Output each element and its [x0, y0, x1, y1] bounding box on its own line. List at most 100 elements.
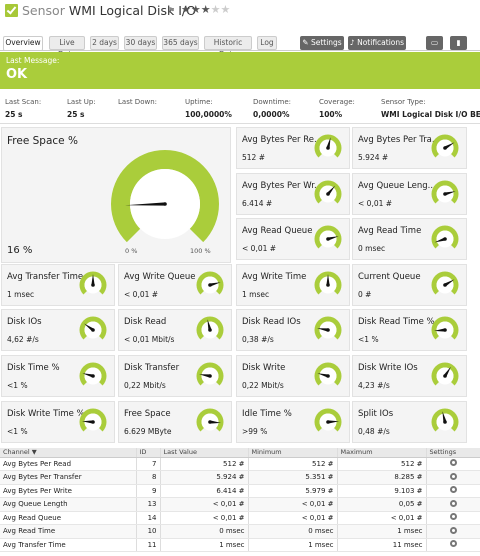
cell-channel: Avg Queue Length: [0, 497, 137, 512]
clipboard-icon: ▮: [456, 38, 461, 47]
gear-icon[interactable]: [449, 499, 457, 507]
gauge-hub: [326, 237, 330, 241]
gear-icon[interactable]: [449, 459, 457, 467]
cell-settings: [426, 484, 480, 498]
tile-value: <1 %: [358, 335, 379, 345]
col-last-value[interactable]: Last Value: [160, 448, 249, 458]
gauge-tile[interactable]: Avg Queue Leng... < 0,01 #: [352, 172, 467, 215]
gauge-tile[interactable]: Idle Time % >99 %: [236, 400, 350, 443]
settings-label: Settings: [310, 38, 342, 47]
stat-value: 25 s: [67, 110, 85, 119]
gear-icon[interactable]: [449, 486, 457, 494]
table-row[interactable]: Avg Bytes Per Write 9 6.414 #5.979 #9.103 …: [0, 484, 480, 498]
tile-name: Disk Time %: [7, 363, 60, 373]
tab-365-days[interactable]: 365 days: [162, 36, 199, 50]
tile-gauge: [431, 316, 459, 340]
flag-icon[interactable]: ⚑: [168, 6, 175, 15]
table-row[interactable]: Avg Transfer Time 11 1 msec 1 msec 11 msec: [0, 538, 480, 552]
tab-log[interactable]: Log: [257, 36, 277, 50]
cell-channel: Avg Bytes Per Transfer: [0, 470, 137, 485]
priority-stars[interactable]: ★★★★★: [181, 3, 230, 16]
gear-icon[interactable]: [449, 526, 457, 534]
gauge-tile[interactable]: Avg Transfer Time 1 msec: [1, 263, 115, 306]
cell-minimum: 5.979 #: [248, 484, 338, 498]
stars-on: ★★★: [181, 3, 211, 16]
comment-button[interactable]: ▭: [426, 36, 443, 50]
table-row[interactable]: Avg Queue Length 13 < 0,01 # < 0,01 #0,05 #: [0, 497, 480, 512]
tab-2-days[interactable]: 2 days: [90, 36, 119, 50]
tile-gauge: [314, 180, 342, 204]
tile-name: Disk Write: [242, 363, 286, 373]
gauge-tile[interactable]: Disk Transfer 0,22 Mbit/s: [118, 355, 232, 397]
tile-value: 0,38 #/s: [242, 335, 274, 345]
settings-button[interactable]: ✎ Settings: [300, 36, 344, 50]
status-ok-icon: [5, 4, 18, 17]
stat-label: Last Up:: [67, 98, 96, 106]
tile-gauge: [431, 134, 459, 158]
col-id[interactable]: ID: [136, 448, 161, 458]
gauge-hub: [326, 328, 330, 333]
tab-overview[interactable]: Overview: [3, 36, 43, 51]
gauge-hub: [208, 328, 212, 333]
tile-name: Disk IOs: [7, 317, 42, 328]
table-row[interactable]: Avg Bytes Per Transfer 8 5.924 #5.351 #8.2…: [0, 470, 480, 485]
tab-live-data[interactable]: Live Data: [49, 36, 85, 59]
gauge-hub: [208, 419, 212, 424]
stat-value: 25 s: [5, 110, 23, 119]
tile-value: 0,22 Mbit/s: [124, 381, 166, 390]
stat-label: Downtime:: [253, 98, 292, 106]
gauge-tile[interactable]: Disk IOs 4,62 #/s: [1, 309, 115, 352]
status-banner: Last Message: OK: [0, 52, 480, 89]
gear-icon[interactable]: [449, 513, 457, 521]
col-minimum[interactable]: Minimum: [248, 448, 338, 458]
gauge-tile[interactable]: Free Space 6.629 MByte: [118, 400, 232, 443]
clipboard-button[interactable]: ▮: [450, 36, 467, 50]
cell-minimum: < 0,01 #: [248, 497, 338, 512]
gauge-tile[interactable]: Avg Write Queue < 0,01 #: [118, 263, 232, 306]
gauge-tile[interactable]: Disk Read < 0,01 Mbit/s: [118, 309, 232, 352]
gauge-tile[interactable]: Current Queue 0 #: [352, 263, 467, 306]
gauge-tile[interactable]: Avg Write Time 1 msec: [236, 263, 350, 306]
gauge-tile[interactable]: Avg Bytes Per Re... 512 #: [236, 127, 350, 169]
cell-channel: Avg Bytes Per Write: [0, 484, 137, 498]
gauge-tile[interactable]: Avg Bytes Per Tra... 5.924 #: [352, 127, 467, 169]
stat-label: Last Down:: [118, 98, 157, 106]
wrench-icon: ✎: [302, 38, 309, 47]
tab-historic-data[interactable]: Historic Data: [204, 36, 252, 59]
tile-name: Disk Write Time %: [7, 408, 85, 419]
tile-value: 0 msec: [358, 244, 386, 254]
gauge-tile[interactable]: Disk Write 0,22 Mbit/s: [236, 355, 350, 397]
gauge-tile[interactable]: Disk Read Time % <1 %: [352, 309, 467, 352]
tile-gauge: [314, 362, 342, 386]
gauge-tile-free-space-percent[interactable]: Free Space % 0 % 100 % 16 %: [1, 127, 231, 263]
gauge-tile[interactable]: Split IOs 0,48 #/s: [352, 400, 467, 443]
gauge-hub: [443, 419, 447, 424]
tile-value: 1 msec: [242, 289, 270, 299]
gauge-tile[interactable]: Disk Time % <1 %: [1, 355, 115, 397]
table-row[interactable]: Avg Bytes Per Read 7 512 #512 #512 #: [0, 457, 480, 471]
gauge-tile[interactable]: Avg Read Time 0 msec: [352, 218, 467, 261]
cell-last-value: 5.924 #: [160, 470, 249, 485]
table-row[interactable]: Avg Read Queue 14 < 0,01 # < 0,01 # < 0,01 #: [0, 511, 480, 525]
cell-maximum: 8.285 #: [337, 470, 427, 485]
gauge-tile[interactable]: Avg Read Queue < 0,01 #: [236, 218, 350, 261]
gauge-tile[interactable]: Avg Bytes Per Wr... 6.414 #: [236, 172, 350, 215]
cell-settings: [426, 470, 480, 485]
tile-gauge: [196, 408, 224, 432]
cell-minimum: < 0,01 #: [248, 511, 338, 525]
table-row[interactable]: Avg Read Time 10 0 msec 0 msec 1 msec: [0, 524, 480, 539]
notifications-button[interactable]: ♪ Notifications: [348, 36, 406, 50]
gauge-tile[interactable]: Disk Write IOs 4,23 #/s: [352, 355, 467, 397]
tile-name: Free Space: [124, 408, 171, 419]
col-channel[interactable]: Channel ▼: [0, 448, 137, 458]
gauge-tile[interactable]: Disk Read IOs 0,38 #/s: [236, 309, 350, 352]
tile-gauge: [79, 362, 107, 386]
tab-30-days[interactable]: 30 days: [124, 36, 157, 50]
col-maximum[interactable]: Maximum: [337, 448, 427, 458]
gear-icon[interactable]: [449, 540, 457, 548]
gauge-hub: [208, 282, 212, 287]
gear-icon[interactable]: [449, 472, 457, 480]
gauge-name: Free Space %: [7, 135, 78, 147]
gauge-tile[interactable]: Disk Write Time % <1 %: [1, 400, 115, 443]
stat-value: 0,0000%: [253, 110, 290, 119]
